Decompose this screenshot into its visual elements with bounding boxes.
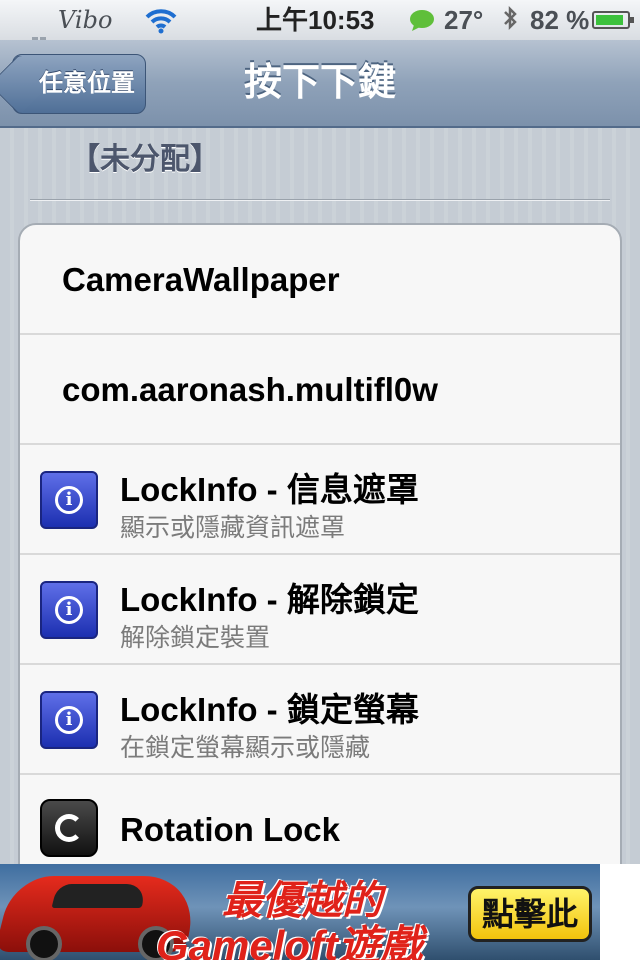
- ad-banner[interactable]: 最優越的 Gameloft遊戲 點擊此: [0, 864, 600, 960]
- status-bar: Vibo 上午10:53 27° 82 %: [0, 0, 640, 52]
- signal-strength-icon: [8, 12, 48, 52]
- ad-margin: [600, 864, 640, 960]
- list-item[interactable]: i LockInfo - 解除鎖定 解除鎖定裝置: [20, 555, 620, 665]
- info-icon: i: [40, 581, 98, 639]
- divider: [30, 199, 610, 201]
- info-icon: i: [40, 691, 98, 749]
- list-item-title: CameraWallpaper: [62, 261, 340, 298]
- list-item-title: LockInfo - 鎖定螢幕: [120, 691, 419, 728]
- list-item[interactable]: CameraWallpaper: [20, 225, 620, 335]
- list-item[interactable]: Rotation Lock: [20, 775, 620, 864]
- rotation-lock-icon: [40, 799, 98, 857]
- list-item-title: LockInfo - 解除鎖定: [120, 581, 419, 618]
- content-area[interactable]: 【未分配】 CameraWallpaper com.aaronash.multi…: [0, 128, 640, 864]
- list-item-subtitle: 顯示或隱藏資訊遮罩: [120, 514, 346, 542]
- status-time: 上午10:53: [256, 5, 375, 35]
- status-temperature: 27°: [444, 5, 484, 35]
- wifi-icon: [144, 0, 178, 40]
- notification-bubble-icon: [408, 0, 436, 40]
- battery-icon: [592, 11, 634, 29]
- ad-subheadline: Gameloft遊戲: [156, 922, 423, 960]
- list-item[interactable]: com.aaronash.multifl0w: [20, 335, 620, 445]
- list-item-subtitle: 解除鎖定裝置: [120, 624, 271, 652]
- list-item-title: com.aaronash.multifl0w: [62, 371, 438, 408]
- list-item-subtitle: 在鎖定螢幕顯示或隱藏: [120, 734, 371, 762]
- ad-click-button[interactable]: 點擊此: [468, 886, 592, 942]
- carrier-name: Vibo: [58, 6, 113, 34]
- back-button[interactable]: 任意位置: [12, 54, 146, 114]
- bluetooth-icon: [500, 0, 520, 40]
- battery-percentage: 82 %: [530, 5, 590, 35]
- list-item-title: LockInfo - 信息遮罩: [120, 471, 419, 508]
- navigation-bar: 任意位置 按下下鍵: [0, 40, 640, 128]
- page-title: 按下下鍵: [243, 62, 396, 104]
- info-icon: i: [40, 471, 98, 529]
- list-item[interactable]: i LockInfo - 鎖定螢幕 在鎖定螢幕顯示或隱藏: [20, 665, 620, 775]
- section-header: 【未分配】: [70, 143, 220, 176]
- list-item[interactable]: i LockInfo - 信息遮罩 顯示或隱藏資訊遮罩: [20, 445, 620, 555]
- car-wheel: [26, 926, 62, 960]
- list-item-title: Rotation Lock: [120, 811, 340, 848]
- action-list: CameraWallpaper com.aaronash.multifl0w i…: [18, 223, 622, 864]
